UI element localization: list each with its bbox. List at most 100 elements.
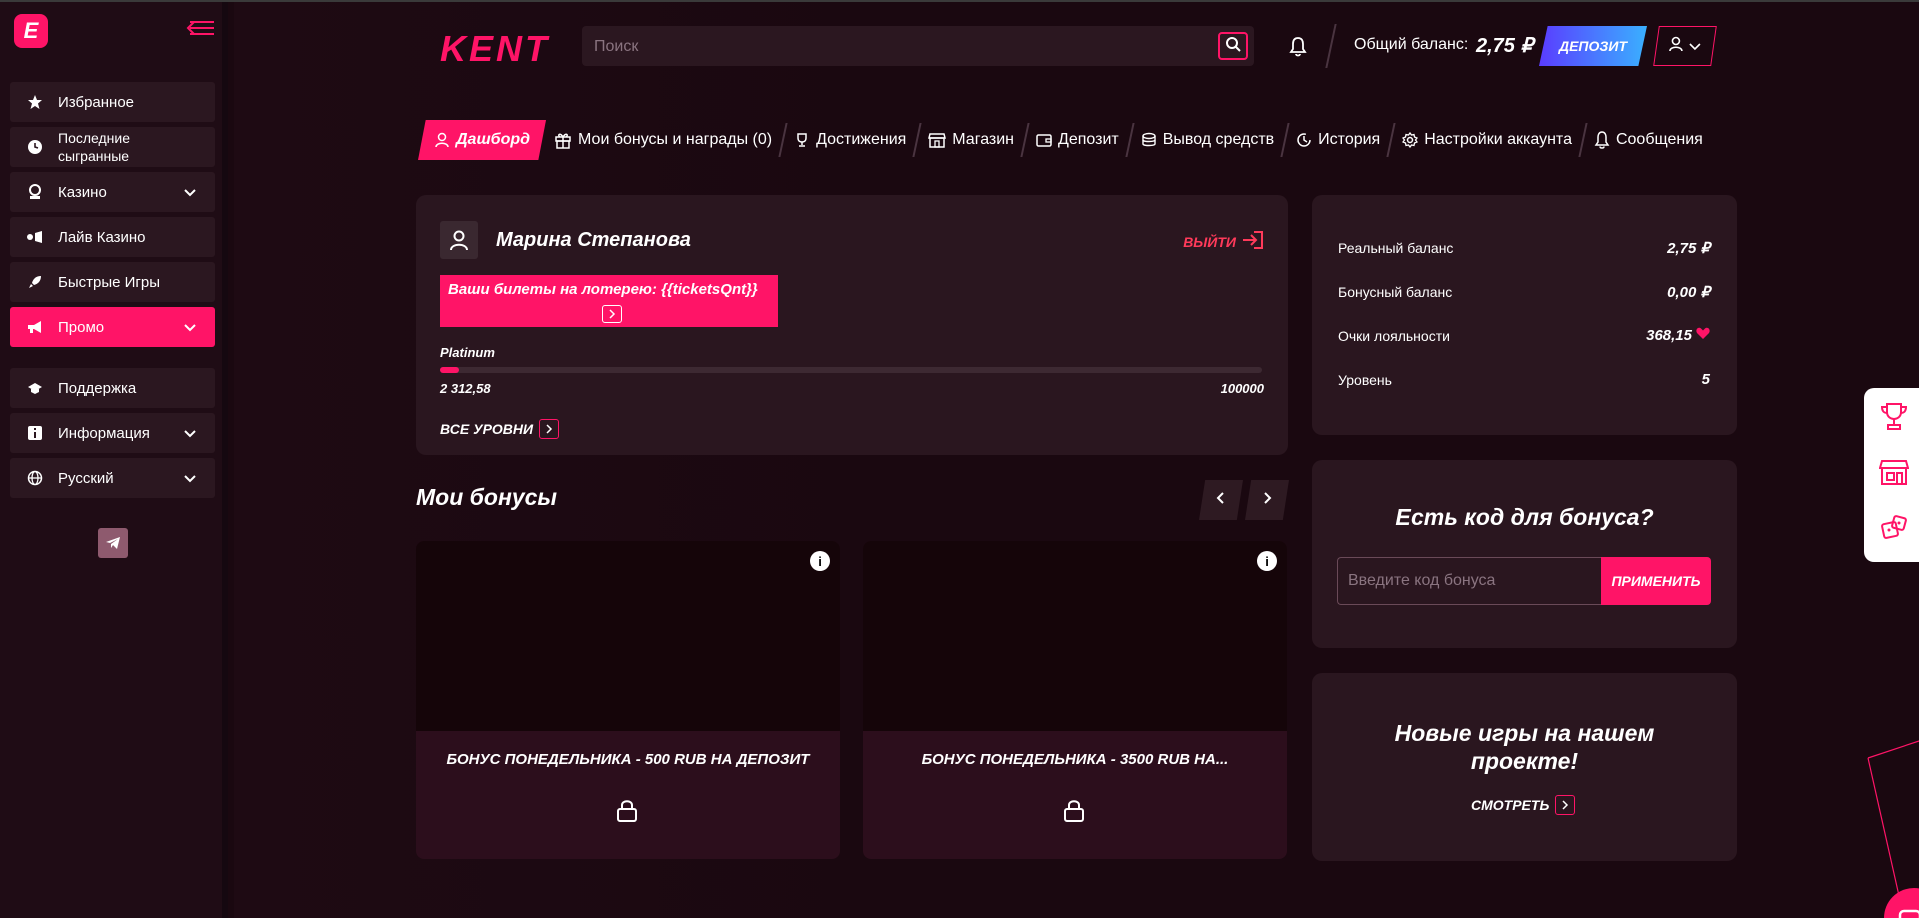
tab-label: Достижения bbox=[816, 131, 907, 148]
chevron-right-icon bbox=[1555, 795, 1576, 815]
collapse-sidebar-icon[interactable] bbox=[184, 18, 216, 42]
sidebar: E Избранное Последние сыгранные Казино Л… bbox=[0, 2, 228, 918]
chevron-left-icon bbox=[1216, 491, 1226, 510]
chevron-down-icon bbox=[183, 320, 197, 337]
balance-label: Бонусный баланс bbox=[1338, 284, 1453, 300]
info-icon[interactable]: i bbox=[810, 551, 830, 571]
sidebar-item-label: Быстрые Игры bbox=[58, 273, 161, 291]
balance-row-loyalty: Очки лояльности 368,15 bbox=[1338, 327, 1710, 344]
history-icon bbox=[1296, 132, 1312, 148]
brand-logo[interactable]: KENT bbox=[440, 28, 550, 70]
promo-code-card: Есть код для бонуса? ПРИМЕНИТЬ bbox=[1312, 460, 1737, 648]
trophy-icon bbox=[794, 132, 810, 148]
lottery-tickets-banner[interactable]: Ваши билеты на лотерею: {{ticketsQnt}} bbox=[440, 275, 778, 327]
sidebar-item-support[interactable]: Поддержка bbox=[10, 368, 215, 408]
bonuses-prev-button[interactable] bbox=[1199, 480, 1243, 520]
dice-icon[interactable] bbox=[1878, 512, 1910, 544]
info-icon bbox=[26, 424, 44, 442]
search-input[interactable] bbox=[594, 36, 1194, 58]
logout-icon bbox=[1242, 230, 1264, 253]
search-button[interactable] bbox=[1218, 32, 1248, 60]
logout-button[interactable]: ВЫЙТИ bbox=[1183, 230, 1264, 253]
sidebar-item-fast-games[interactable]: Быстрые Игры bbox=[10, 262, 215, 302]
tab-withdraw[interactable]: Вывод средств bbox=[1133, 120, 1282, 160]
bonus-card[interactable]: i БОНУС ПОНЕДЕЛЬНИКА - 3500 RUB НА... bbox=[863, 541, 1287, 859]
tab-bonuses[interactable]: Мои бонусы и награды (0) bbox=[546, 120, 780, 160]
view-new-games-link[interactable]: СМОТРЕТЬ bbox=[1471, 795, 1576, 815]
info-icon[interactable]: i bbox=[1257, 551, 1277, 571]
sidebar-item-language[interactable]: Русский bbox=[10, 458, 215, 498]
tab-account-settings[interactable]: Настройки аккаунта bbox=[1394, 120, 1580, 160]
user-icon bbox=[434, 132, 450, 148]
sidebar-item-label: Поддержка bbox=[58, 379, 137, 397]
shop-icon[interactable] bbox=[1878, 456, 1910, 488]
bell-icon bbox=[1594, 131, 1610, 149]
tab-messages[interactable]: Сообщения bbox=[1586, 120, 1711, 160]
tab-label: Сообщения bbox=[1615, 131, 1703, 148]
lock-icon bbox=[1063, 799, 1085, 828]
view-link-label: СМОТРЕТЬ bbox=[1471, 797, 1550, 813]
level-name: Platinum bbox=[440, 345, 495, 360]
balance-value: 2,75 ₽ bbox=[1667, 240, 1710, 257]
balance-row-level: Уровень 5 bbox=[1338, 371, 1710, 388]
sidebar-item-label: Промо bbox=[58, 318, 105, 336]
bonus-name: БОНУС ПОНЕДЕЛЬНИКА - 3500 RUB НА... bbox=[921, 751, 1229, 768]
loyalty-points: 368,15 bbox=[1646, 327, 1710, 344]
my-bonuses-title: Мои бонусы bbox=[416, 484, 558, 510]
user-icon bbox=[1669, 36, 1683, 57]
level-progress-fill bbox=[440, 367, 459, 373]
sidebar-item-label: Русский bbox=[58, 469, 114, 487]
lottery-text: Ваши билеты на лотерею: {{ticketsQnt}} bbox=[448, 281, 758, 298]
tab-label: Дашборд bbox=[456, 131, 531, 148]
notifications-bell-icon[interactable] bbox=[1288, 36, 1308, 63]
tab-dashboard[interactable]: Дашборд bbox=[418, 120, 547, 160]
all-levels-link[interactable]: ВСЕ УРОВНИ bbox=[440, 419, 560, 439]
wallet-icon bbox=[1036, 132, 1052, 148]
chevron-right-icon[interactable] bbox=[602, 305, 622, 323]
apply-code-button[interactable]: ПРИМЕНИТЬ bbox=[1601, 557, 1711, 605]
sidebar-item-recent[interactable]: Последние сыгранные bbox=[10, 127, 215, 167]
total-balance-value: 2,75 ₽ bbox=[1476, 35, 1534, 57]
bonus-image bbox=[416, 541, 840, 731]
mini-logo[interactable]: E bbox=[14, 14, 48, 48]
balances-card: Реальный баланс 2,75 ₽ Бонусный баланс 0… bbox=[1312, 195, 1737, 435]
chevron-down-icon bbox=[183, 471, 197, 488]
bonus-card[interactable]: i БОНУС ПОНЕДЕЛЬНИКА - 500 RUB НА ДЕПОЗИ… bbox=[416, 541, 840, 859]
sidebar-menu: Избранное Последние сыгранные Казино Лай… bbox=[10, 82, 215, 503]
promo-code-input[interactable] bbox=[1337, 557, 1607, 605]
tab-shop[interactable]: Магазин bbox=[920, 120, 1022, 160]
telegram-icon[interactable] bbox=[98, 528, 128, 558]
tab-deposit[interactable]: Депозит bbox=[1028, 120, 1127, 160]
tab-label: Депозит bbox=[1058, 131, 1119, 148]
rocket-icon bbox=[26, 273, 44, 291]
promo-code-title: Есть код для бонуса? bbox=[1395, 504, 1654, 530]
tab-history[interactable]: История bbox=[1288, 120, 1388, 160]
lock-icon bbox=[616, 799, 638, 828]
tab-label: История bbox=[1318, 131, 1381, 148]
chat-icon bbox=[1898, 909, 1919, 918]
sidebar-item-casino[interactable]: Казино bbox=[10, 172, 215, 212]
level-max-points: 100000 bbox=[1220, 381, 1264, 396]
bonus-name: БОНУС ПОНЕДЕЛЬНИКА - 500 RUB НА ДЕПОЗИТ bbox=[446, 751, 810, 768]
balance-row-bonus: Бонусный баланс 0,00 ₽ bbox=[1338, 283, 1710, 301]
tab-achievements[interactable]: Достижения bbox=[786, 120, 914, 160]
balance-value: 368,15 bbox=[1646, 327, 1692, 344]
bonus-image bbox=[863, 541, 1287, 731]
tab-label: Магазин bbox=[952, 131, 1015, 148]
chevron-down-icon bbox=[183, 426, 197, 443]
deposit-button[interactable]: ДЕПОЗИТ bbox=[1539, 26, 1647, 66]
tab-label: Мои бонусы и награды (0) bbox=[578, 131, 773, 148]
support-icon bbox=[26, 379, 44, 397]
trophy-icon[interactable] bbox=[1878, 400, 1910, 432]
sidebar-item-favorites[interactable]: Избранное bbox=[10, 82, 215, 122]
search-icon bbox=[1225, 36, 1241, 57]
user-menu-button[interactable] bbox=[1653, 26, 1717, 66]
tab-label: Настройки аккаунта bbox=[1424, 131, 1572, 148]
sidebar-item-promo[interactable]: Промо bbox=[10, 307, 215, 347]
bonuses-next-button[interactable] bbox=[1245, 480, 1289, 520]
sidebar-item-label: Лайв Казино bbox=[58, 228, 146, 246]
sidebar-item-live-casino[interactable]: Лайв Казино bbox=[10, 217, 215, 257]
balance-value: 0,00 ₽ bbox=[1667, 284, 1710, 301]
account-tabs: Дашборд Мои бонусы и награды (0) Достиже… bbox=[418, 120, 1711, 160]
sidebar-item-info[interactable]: Информация bbox=[10, 413, 215, 453]
